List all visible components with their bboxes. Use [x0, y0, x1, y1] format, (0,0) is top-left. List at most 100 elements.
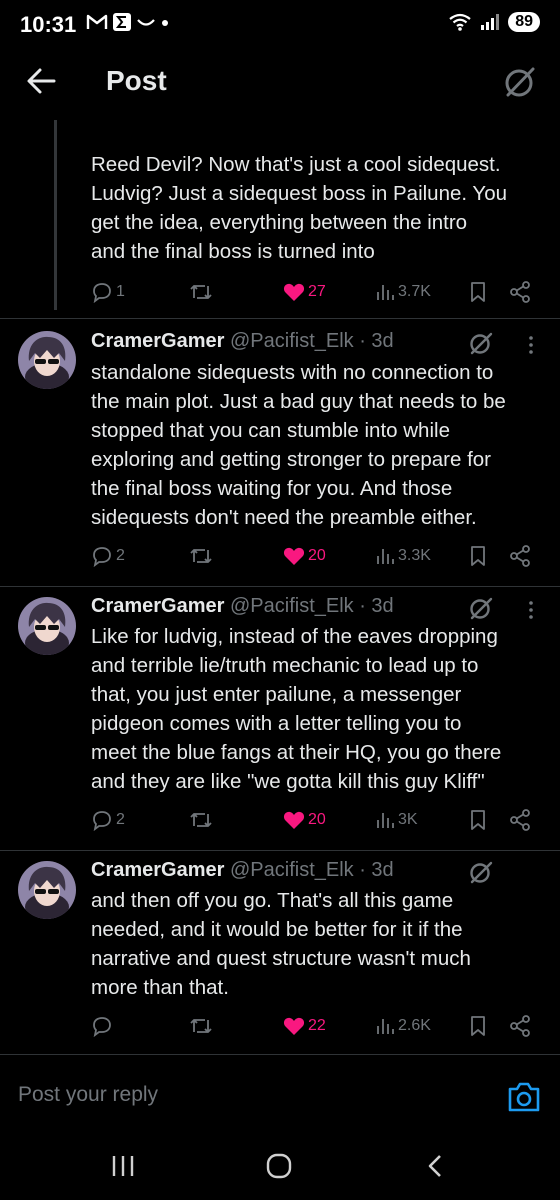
- wave-icon: [137, 19, 155, 26]
- grok-icon[interactable]: [468, 859, 494, 885]
- views-button[interactable]: 2.6K: [375, 1011, 431, 1041]
- text-line: and the final boss is turned into: [91, 240, 375, 263]
- divider: [0, 850, 560, 851]
- bookmark-icon: [471, 546, 485, 566]
- avatar[interactable]: [18, 861, 76, 919]
- views-button[interactable]: 3K: [375, 805, 418, 835]
- like-count: 20: [308, 547, 326, 564]
- reply-actions: 2 20 3K: [91, 805, 551, 835]
- recent-apps-icon[interactable]: [110, 1152, 136, 1180]
- reply-button[interactable]: 2: [91, 541, 125, 571]
- like-button[interactable]: 20: [283, 541, 326, 571]
- share-button[interactable]: [509, 541, 531, 571]
- text-line: and then off you go. That's all this gam…: [91, 889, 454, 912]
- messaging-icon: [113, 13, 131, 31]
- bookmark-icon: [471, 282, 485, 302]
- text-line: exploring and getting stronger to prepar…: [91, 448, 492, 471]
- share-button[interactable]: [509, 805, 531, 835]
- bookmark-button[interactable]: [469, 1011, 487, 1041]
- back-arrow-icon[interactable]: [24, 64, 58, 98]
- parent-post-actions: 1 27 3.7K: [91, 277, 551, 307]
- avatar[interactable]: [18, 597, 76, 655]
- reply-icon: [93, 547, 111, 567]
- system-nav-bar: [0, 1136, 560, 1200]
- repost-button[interactable]: [189, 277, 213, 307]
- post-time: · 3d: [359, 330, 394, 352]
- repost-icon: [190, 285, 212, 299]
- author-handle[interactable]: @Pacifist_Elk: [230, 595, 354, 617]
- gmail-icon: [86, 14, 108, 29]
- share-icon: [510, 281, 530, 303]
- grok-icon[interactable]: [502, 64, 538, 100]
- reply-actions: 22 2.6K: [91, 1011, 551, 1041]
- like-count: 27: [308, 283, 326, 300]
- bookmark-button[interactable]: [469, 541, 487, 571]
- text-line: and they are like "we gotta kill this gu…: [91, 770, 485, 793]
- share-button[interactable]: [509, 277, 531, 307]
- text-line: Reed Devil? Now that's just a cool sideq…: [91, 153, 501, 176]
- wifi-icon: [449, 13, 471, 31]
- like-count: 20: [308, 811, 326, 828]
- text-line: narrative and quest structure wasn't muc…: [91, 947, 471, 970]
- like-button[interactable]: 20: [283, 805, 326, 835]
- text-line: and terrible lie/truth mechanic to lead …: [91, 654, 479, 677]
- battery-icon: 89: [508, 12, 540, 32]
- grok-icon[interactable]: [468, 595, 494, 621]
- more-options-icon[interactable]: [522, 597, 540, 623]
- reply-icon: [93, 811, 111, 831]
- text-line: standalone sidequests with no connection…: [91, 361, 494, 384]
- like-button[interactable]: 27: [283, 277, 326, 307]
- camera-icon[interactable]: [506, 1080, 542, 1114]
- text-line: Like for ludvig, instead of the eaves dr…: [91, 625, 498, 648]
- author-handle[interactable]: @Pacifist_Elk: [230, 859, 354, 881]
- heart-icon: [283, 1017, 305, 1035]
- grok-icon[interactable]: [468, 330, 494, 356]
- reply-input[interactable]: Post your reply: [18, 1083, 158, 1107]
- post-time: · 3d: [359, 595, 394, 617]
- like-count: 22: [308, 1017, 326, 1034]
- avatar-image: [18, 597, 76, 655]
- author-name[interactable]: CramerGamer: [91, 330, 224, 352]
- reply-count: 2: [116, 547, 125, 564]
- reply-button[interactable]: 1: [91, 277, 125, 307]
- reply-header: CramerGamer @Pacifist_Elk · 3d: [91, 859, 394, 882]
- notification-icons: [86, 12, 170, 32]
- views-icon: [377, 813, 394, 828]
- share-icon: [510, 1015, 530, 1037]
- repost-button[interactable]: [189, 1011, 213, 1041]
- dot-icon: [162, 20, 168, 26]
- repost-button[interactable]: [189, 805, 213, 835]
- like-button[interactable]: 22: [283, 1011, 326, 1041]
- bookmark-button[interactable]: [469, 277, 487, 307]
- divider: [0, 586, 560, 587]
- share-icon: [510, 545, 530, 567]
- share-icon: [510, 809, 530, 831]
- views-button[interactable]: 3.7K: [375, 277, 431, 307]
- author-name[interactable]: CramerGamer: [91, 859, 224, 881]
- repost-button[interactable]: [189, 541, 213, 571]
- bookmark-icon: [471, 1016, 485, 1036]
- avatar-image: [18, 331, 76, 389]
- text-line: the main plot. Just a bad guy that needs…: [91, 390, 506, 413]
- reply-button[interactable]: [91, 1011, 116, 1041]
- reply-button[interactable]: 2: [91, 805, 125, 835]
- share-button[interactable]: [509, 1011, 531, 1041]
- nav-back-icon[interactable]: [424, 1152, 446, 1180]
- more-options-icon[interactable]: [522, 332, 540, 358]
- author-name[interactable]: CramerGamer: [91, 595, 224, 617]
- views-count: 3K: [398, 811, 418, 828]
- text-line: sidequests don't need the preamble eithe…: [91, 506, 477, 529]
- heart-icon: [283, 811, 305, 829]
- views-icon: [377, 1019, 394, 1034]
- author-handle[interactable]: @Pacifist_Elk: [230, 330, 354, 352]
- home-icon[interactable]: [265, 1152, 293, 1180]
- reply-header: CramerGamer @Pacifist_Elk · 3d: [91, 330, 394, 353]
- views-button[interactable]: 3.3K: [375, 541, 431, 571]
- text-line: meet the blue fangs at their HQ, you go …: [91, 741, 502, 764]
- reply-text: and then off you go. That's all this gam…: [91, 886, 546, 1002]
- avatar[interactable]: [18, 331, 76, 389]
- status-bar: 10:31 89: [0, 0, 560, 52]
- bookmark-button[interactable]: [469, 805, 487, 835]
- views-count: 3.3K: [398, 547, 431, 564]
- heart-icon: [283, 547, 305, 565]
